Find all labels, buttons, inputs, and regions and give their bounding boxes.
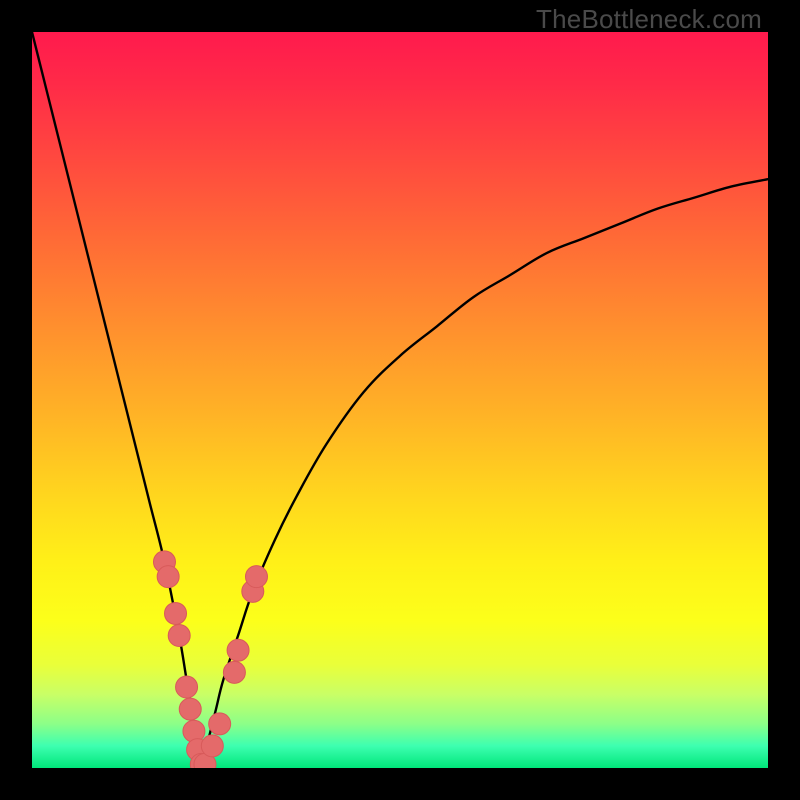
watermark-text: TheBottleneck.com — [536, 4, 762, 35]
marker-point — [209, 713, 231, 735]
marker-point — [245, 566, 267, 588]
curve-layer — [32, 32, 768, 768]
highlighted-points — [153, 551, 267, 768]
marker-point — [223, 661, 245, 683]
bottleneck-curve — [32, 32, 768, 768]
marker-point — [168, 625, 190, 647]
marker-point — [179, 698, 201, 720]
marker-point — [157, 566, 179, 588]
marker-point — [165, 602, 187, 624]
marker-point — [176, 676, 198, 698]
marker-point — [201, 735, 223, 757]
chart-frame: TheBottleneck.com — [0, 0, 800, 800]
marker-point — [227, 639, 249, 661]
plot-area — [32, 32, 768, 768]
